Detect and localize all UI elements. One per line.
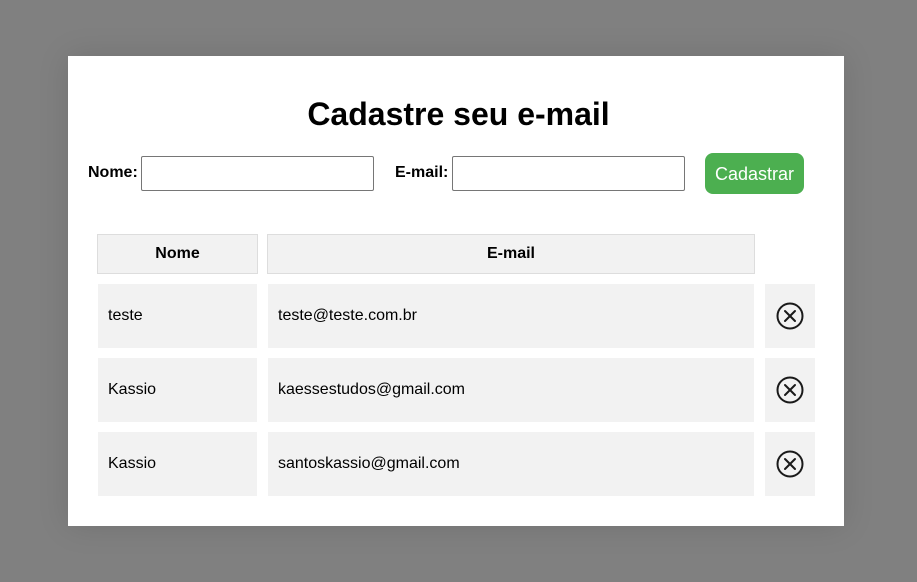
name-label: Nome: bbox=[88, 164, 138, 181]
cadastrar-button[interactable]: Cadastrar bbox=[705, 153, 804, 194]
row-2-nome: Kassio bbox=[98, 358, 257, 422]
row-1-nome: teste bbox=[98, 284, 257, 348]
row-2-email: kaessestudos@gmail.com bbox=[268, 358, 754, 422]
column-header-nome: Nome bbox=[97, 234, 258, 274]
row-3-delete-button[interactable] bbox=[765, 432, 815, 496]
page-title: Cadastre seu e-mail bbox=[307, 96, 610, 132]
row-2-delete-button[interactable] bbox=[765, 358, 815, 422]
row-3-nome: Kassio bbox=[98, 432, 257, 496]
circle-x-icon bbox=[776, 450, 804, 478]
row-1-delete-button[interactable] bbox=[765, 284, 815, 348]
email-input[interactable] bbox=[452, 156, 685, 191]
circle-x-icon bbox=[776, 376, 804, 404]
name-input[interactable] bbox=[141, 156, 374, 191]
circle-x-icon bbox=[776, 302, 804, 330]
row-1-email: teste@teste.com.br bbox=[268, 284, 754, 348]
row-3-email: santoskassio@gmail.com bbox=[268, 432, 754, 496]
email-label: E-mail: bbox=[395, 164, 449, 181]
column-header-email: E-mail bbox=[267, 234, 755, 274]
